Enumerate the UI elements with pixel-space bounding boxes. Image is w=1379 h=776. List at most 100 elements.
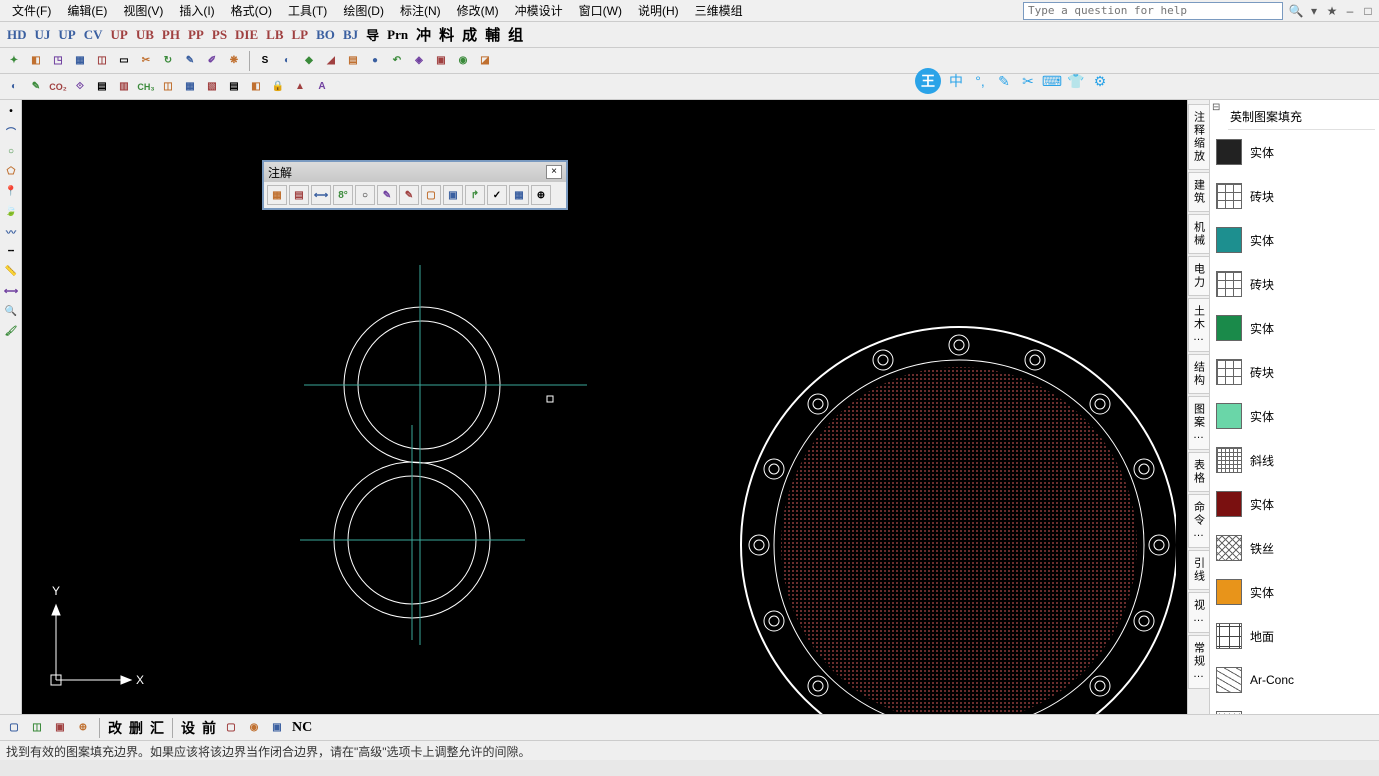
tb2-l[interactable]: S <box>255 51 275 71</box>
search-icon[interactable]: 🔍 <box>1289 4 1303 18</box>
tb2-s[interactable]: ◈ <box>409 51 429 71</box>
lt-point[interactable]: • <box>2 102 20 120</box>
tb1-zu[interactable]: 组 <box>505 24 526 45</box>
help-search-input[interactable] <box>1023 2 1283 20</box>
menu-dimension[interactable]: 标注(N) <box>392 0 449 21</box>
tb2-p[interactable]: ▤ <box>343 51 363 71</box>
lt-arc[interactable]: ⌒ <box>2 122 20 140</box>
panel-toggle-icon[interactable]: ⊟ <box>1212 102 1220 113</box>
lt-pin[interactable]: 📍 <box>2 182 20 200</box>
lt-brush[interactable]: 🖌 <box>2 322 20 340</box>
assist-shirt-icon[interactable]: 👕 <box>1067 72 1085 90</box>
vtab-elec[interactable]: 电力 <box>1188 256 1210 296</box>
menu-window[interactable]: 窗口(W) <box>571 0 630 21</box>
menu-edit[interactable]: 编辑(E) <box>59 0 115 21</box>
tb2-o[interactable]: ◢ <box>321 51 341 71</box>
assist-scissors-icon[interactable]: ✂ <box>1019 72 1037 90</box>
tb2-u[interactable]: ◉ <box>453 51 473 71</box>
tb1-bj[interactable]: BJ <box>340 27 361 43</box>
menu-tools[interactable]: 工具(T) <box>280 0 335 21</box>
hatch-item[interactable]: 砖块 <box>1214 262 1375 306</box>
tb1-dao[interactable]: 导 <box>363 25 382 44</box>
vtab-cmd[interactable]: 命令… <box>1188 494 1210 548</box>
tb2-c[interactable]: ◳ <box>48 51 68 71</box>
dropdown-icon[interactable]: ▾ <box>1307 4 1321 18</box>
menu-view[interactable]: 视图(V) <box>115 0 171 21</box>
tb3-g[interactable]: CH₃ <box>136 77 156 97</box>
tb3-l[interactable]: ◧ <box>246 77 266 97</box>
tb2-b[interactable]: ◧ <box>26 51 46 71</box>
tb3-n[interactable]: ▲ <box>290 77 310 97</box>
drawing-canvas[interactable]: 注解 × ▦ ▤ ⟷ 8° ○ ✎ ✎ ▢ ▣ ↱ ✓ ▦ ⊕ <box>22 100 1187 714</box>
tb2-e[interactable]: ◫ <box>92 51 112 71</box>
tb2-h[interactable]: ↻ <box>158 51 178 71</box>
hatch-item[interactable]: 实体 <box>1214 218 1375 262</box>
tb1-fu[interactable]: 輔 <box>482 24 503 45</box>
tb2-k[interactable]: ❋ <box>224 51 244 71</box>
bt-sq3[interactable]: ▣ <box>267 718 287 738</box>
lt-dash[interactable]: ╌ <box>2 242 20 260</box>
bt-sq2[interactable]: ◉ <box>244 718 264 738</box>
bt-b[interactable]: ◫ <box>27 718 47 738</box>
hatch-item[interactable]: 砖块 <box>1214 350 1375 394</box>
hatch-item[interactable]: 实体 <box>1214 130 1375 174</box>
bt-c[interactable]: ▣ <box>50 718 70 738</box>
tb3-o[interactable]: A <box>312 77 332 97</box>
vtab-general[interactable]: 常规… <box>1188 635 1210 689</box>
vtab-view[interactable]: 视… <box>1188 592 1210 633</box>
lt-leaf[interactable]: 🍃 <box>2 202 20 220</box>
tb2-f[interactable]: ▭ <box>114 51 134 71</box>
hatch-item[interactable]: 地面 <box>1214 614 1375 658</box>
vtab-mech[interactable]: 机械 <box>1188 214 1210 254</box>
tb3-h[interactable]: ◫ <box>158 77 178 97</box>
tb1-lb[interactable]: LB <box>263 27 286 43</box>
bt-d[interactable]: ⊕ <box>73 718 93 738</box>
tb2-n[interactable]: ◆ <box>299 51 319 71</box>
tb3-m[interactable]: 🔒 <box>268 77 288 97</box>
vtab-hatch[interactable]: 图案… <box>1188 396 1210 450</box>
tb1-pp[interactable]: PP <box>185 27 207 43</box>
tb3-k[interactable]: ▤ <box>224 77 244 97</box>
menu-help[interactable]: 说明(H) <box>630 0 687 21</box>
tb1-lp[interactable]: LP <box>289 27 312 43</box>
hatch-item[interactable]: 砂砾 <box>1214 702 1375 714</box>
tb3-c[interactable]: CO₂ <box>48 77 68 97</box>
tb1-chong[interactable]: 冲 <box>413 24 434 45</box>
tb2-v[interactable]: ◪ <box>475 51 495 71</box>
hatch-item[interactable]: 实体 <box>1214 394 1375 438</box>
hatch-item[interactable]: 实体 <box>1214 482 1375 526</box>
bt-hui[interactable]: 汇 <box>148 718 166 738</box>
bt-shan[interactable]: 删 <box>127 718 145 738</box>
lt-circle[interactable]: ○ <box>2 142 20 160</box>
hatch-item[interactable]: 实体 <box>1214 570 1375 614</box>
vtab-leader[interactable]: 引线 <box>1188 550 1210 590</box>
tb1-up2[interactable]: UP <box>108 27 131 43</box>
bt-qian[interactable]: 前 <box>200 718 218 738</box>
lt-dim[interactable]: ⟷ <box>2 282 20 300</box>
hatch-item[interactable]: 铁丝 <box>1214 526 1375 570</box>
menu-modify[interactable]: 修改(M) <box>449 0 507 21</box>
tb2-d[interactable]: ▦ <box>70 51 90 71</box>
tb1-up[interactable]: UP <box>55 27 78 43</box>
hatch-item[interactable]: 砖块 <box>1214 174 1375 218</box>
assist-pencil-icon[interactable]: ✎ <box>995 72 1013 90</box>
lt-poly[interactable]: ⬠ <box>2 162 20 180</box>
tb2-r[interactable]: ↶ <box>387 51 407 71</box>
tb2-g[interactable]: ✂ <box>136 51 156 71</box>
tb1-ps[interactable]: PS <box>209 27 230 43</box>
tb1-cheng[interactable]: 成 <box>459 24 480 45</box>
tb1-cv[interactable]: CV <box>81 27 106 43</box>
vtab-civil[interactable]: 土木… <box>1188 298 1210 352</box>
tb2-m[interactable]: ◐ <box>277 51 297 71</box>
menu-format[interactable]: 格式(O) <box>223 0 280 21</box>
restore-icon[interactable]: □ <box>1361 4 1375 18</box>
tb1-hd[interactable]: HD <box>4 27 30 43</box>
menu-draw[interactable]: 绘图(D) <box>335 0 392 21</box>
tb1-bo[interactable]: BO <box>313 27 338 43</box>
tb3-b[interactable]: ✎ <box>26 77 46 97</box>
tb1-liao[interactable]: 料 <box>436 24 457 45</box>
lt-wave[interactable]: 〰 <box>2 222 20 240</box>
lt-zoom[interactable]: 🔍 <box>2 302 20 320</box>
menu-3d[interactable]: 三维模组 <box>687 0 751 21</box>
menu-insert[interactable]: 插入(I) <box>171 0 222 21</box>
